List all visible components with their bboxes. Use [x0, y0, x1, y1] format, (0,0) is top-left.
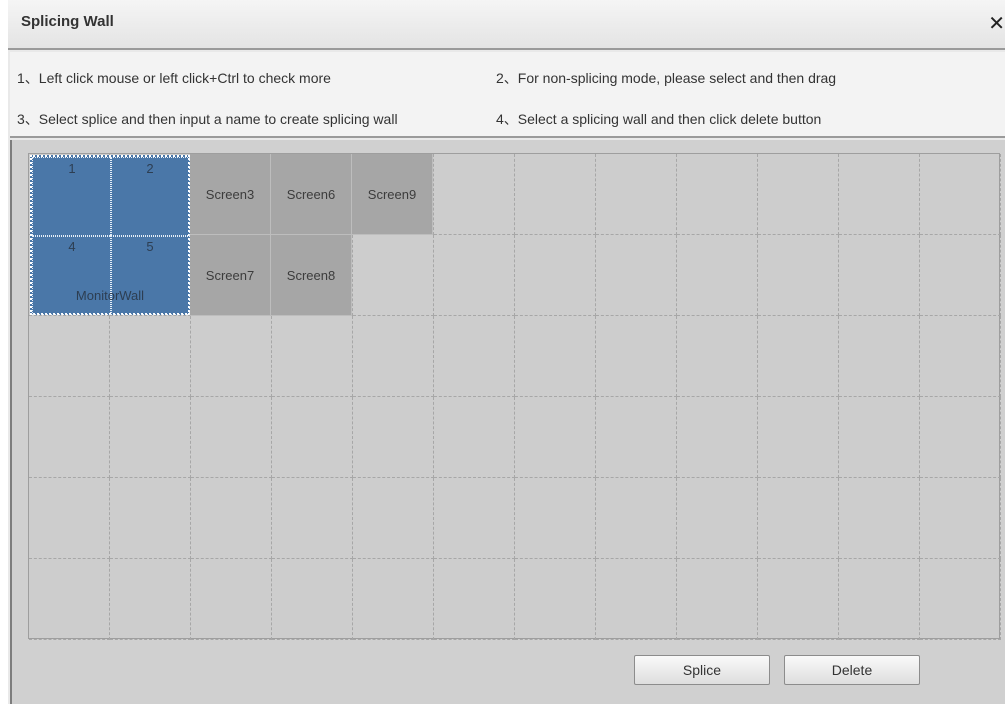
grid-cell[interactable] [920, 154, 1001, 235]
grid-cell[interactable] [758, 154, 839, 235]
screen-tile[interactable]: Screen7 [190, 235, 271, 316]
grid-cell[interactable] [758, 478, 839, 559]
wall-screen-number: 1 [68, 161, 76, 176]
grid-cell[interactable] [596, 154, 677, 235]
grid-cell[interactable] [596, 397, 677, 478]
grid-cell[interactable] [515, 316, 596, 397]
grid-cell[interactable] [920, 478, 1001, 559]
grid-cell[interactable] [29, 316, 110, 397]
dialog-title: Splicing Wall [21, 13, 114, 30]
grid-cell[interactable] [515, 478, 596, 559]
splicing-wall-monitorwall[interactable]: 1 2 4 5 MonitorWall [30, 155, 190, 315]
screen-grid[interactable]: Screen3 Screen6 Screen9 Screen7 Screen8 … [28, 153, 1001, 640]
grid-cell[interactable] [839, 559, 920, 640]
grid-cell[interactable] [758, 316, 839, 397]
grid-cell[interactable] [29, 397, 110, 478]
grid-cell[interactable] [596, 478, 677, 559]
grid-cell[interactable] [839, 235, 920, 316]
grid-cell[interactable] [839, 316, 920, 397]
grid-cell[interactable] [29, 478, 110, 559]
wall-screen[interactable]: 2 [110, 157, 190, 237]
grid-cell[interactable] [434, 154, 515, 235]
grid-cell[interactable] [110, 559, 191, 640]
grid-cell[interactable] [29, 559, 110, 640]
grid-cell[interactable] [677, 235, 758, 316]
grid-cell[interactable] [758, 397, 839, 478]
grid-cell[interactable] [110, 397, 191, 478]
grid-cell[interactable] [434, 397, 515, 478]
grid-cell[interactable] [596, 316, 677, 397]
grid-cell[interactable] [920, 397, 1001, 478]
grid-cell[interactable] [677, 154, 758, 235]
grid-cell[interactable] [353, 478, 434, 559]
tip-3: 3、Select splice and then input a name to… [17, 111, 398, 127]
grid-cell[interactable] [434, 559, 515, 640]
screen-tile[interactable]: Screen6 [271, 154, 352, 235]
wall-screen[interactable]: 4 [32, 235, 112, 315]
wall-editor-area: Screen3 Screen6 Screen9 Screen7 Screen8 … [10, 140, 1005, 704]
grid-cell[interactable] [272, 559, 353, 640]
grid-cell[interactable] [353, 316, 434, 397]
close-icon[interactable]: ✕ [988, 14, 1005, 34]
grid-cell[interactable] [110, 478, 191, 559]
grid-cell[interactable] [758, 235, 839, 316]
screen-tile[interactable]: Screen3 [190, 154, 271, 235]
grid-cell[interactable] [920, 316, 1001, 397]
wall-screen-number: 5 [146, 239, 154, 254]
grid-cell[interactable] [272, 397, 353, 478]
grid-cell[interactable] [758, 559, 839, 640]
grid-cell[interactable] [515, 235, 596, 316]
grid-cell[interactable] [515, 559, 596, 640]
grid-cell[interactable] [353, 235, 434, 316]
grid-cell[interactable] [191, 559, 272, 640]
grid-cell[interactable] [353, 397, 434, 478]
grid-cell[interactable] [110, 316, 191, 397]
grid-cell[interactable] [191, 478, 272, 559]
splice-button[interactable]: Splice [634, 655, 770, 685]
grid-cell[interactable] [677, 397, 758, 478]
grid-cell[interactable] [839, 478, 920, 559]
grid-cell[interactable] [839, 397, 920, 478]
grid-cell[interactable] [839, 154, 920, 235]
grid-cell[interactable] [191, 397, 272, 478]
grid-cell[interactable] [515, 154, 596, 235]
grid-cell[interactable] [920, 235, 1001, 316]
grid-cell[interactable] [677, 559, 758, 640]
wall-screen-number: 2 [146, 161, 154, 176]
screen-tile[interactable]: Screen9 [352, 154, 433, 235]
grid-cell[interactable] [434, 478, 515, 559]
grid-cell[interactable] [677, 316, 758, 397]
delete-button[interactable]: Delete [784, 655, 920, 685]
grid-cell[interactable] [191, 316, 272, 397]
tip-2: 2、For non-splicing mode, please select a… [496, 70, 837, 86]
grid-cell[interactable] [515, 397, 596, 478]
grid-cell[interactable] [677, 478, 758, 559]
instructions-panel: 1、Left click mouse or left click+Ctrl to… [10, 52, 1005, 138]
grid-cell[interactable] [272, 316, 353, 397]
splicing-wall-dialog: Splicing Wall ✕ 1、Left click mouse or le… [8, 0, 1005, 704]
grid-cell[interactable] [434, 235, 515, 316]
grid-cell[interactable] [920, 559, 1001, 640]
tip-1: 1、Left click mouse or left click+Ctrl to… [17, 70, 331, 86]
grid-cell[interactable] [353, 559, 434, 640]
splicing-wall-name: MonitorWall [75, 288, 145, 303]
title-bar: Splicing Wall ✕ [8, 0, 1005, 50]
tip-4: 4、Select a splicing wall and then click … [496, 111, 822, 127]
wall-screen-number: 4 [68, 239, 76, 254]
wall-screen[interactable]: 1 [32, 157, 112, 237]
grid-cell[interactable] [596, 559, 677, 640]
wall-screen[interactable]: 5 [110, 235, 190, 315]
grid-cell[interactable] [596, 235, 677, 316]
grid-cell[interactable] [272, 478, 353, 559]
grid-cell[interactable] [434, 316, 515, 397]
screen-tile[interactable]: Screen8 [271, 235, 352, 316]
